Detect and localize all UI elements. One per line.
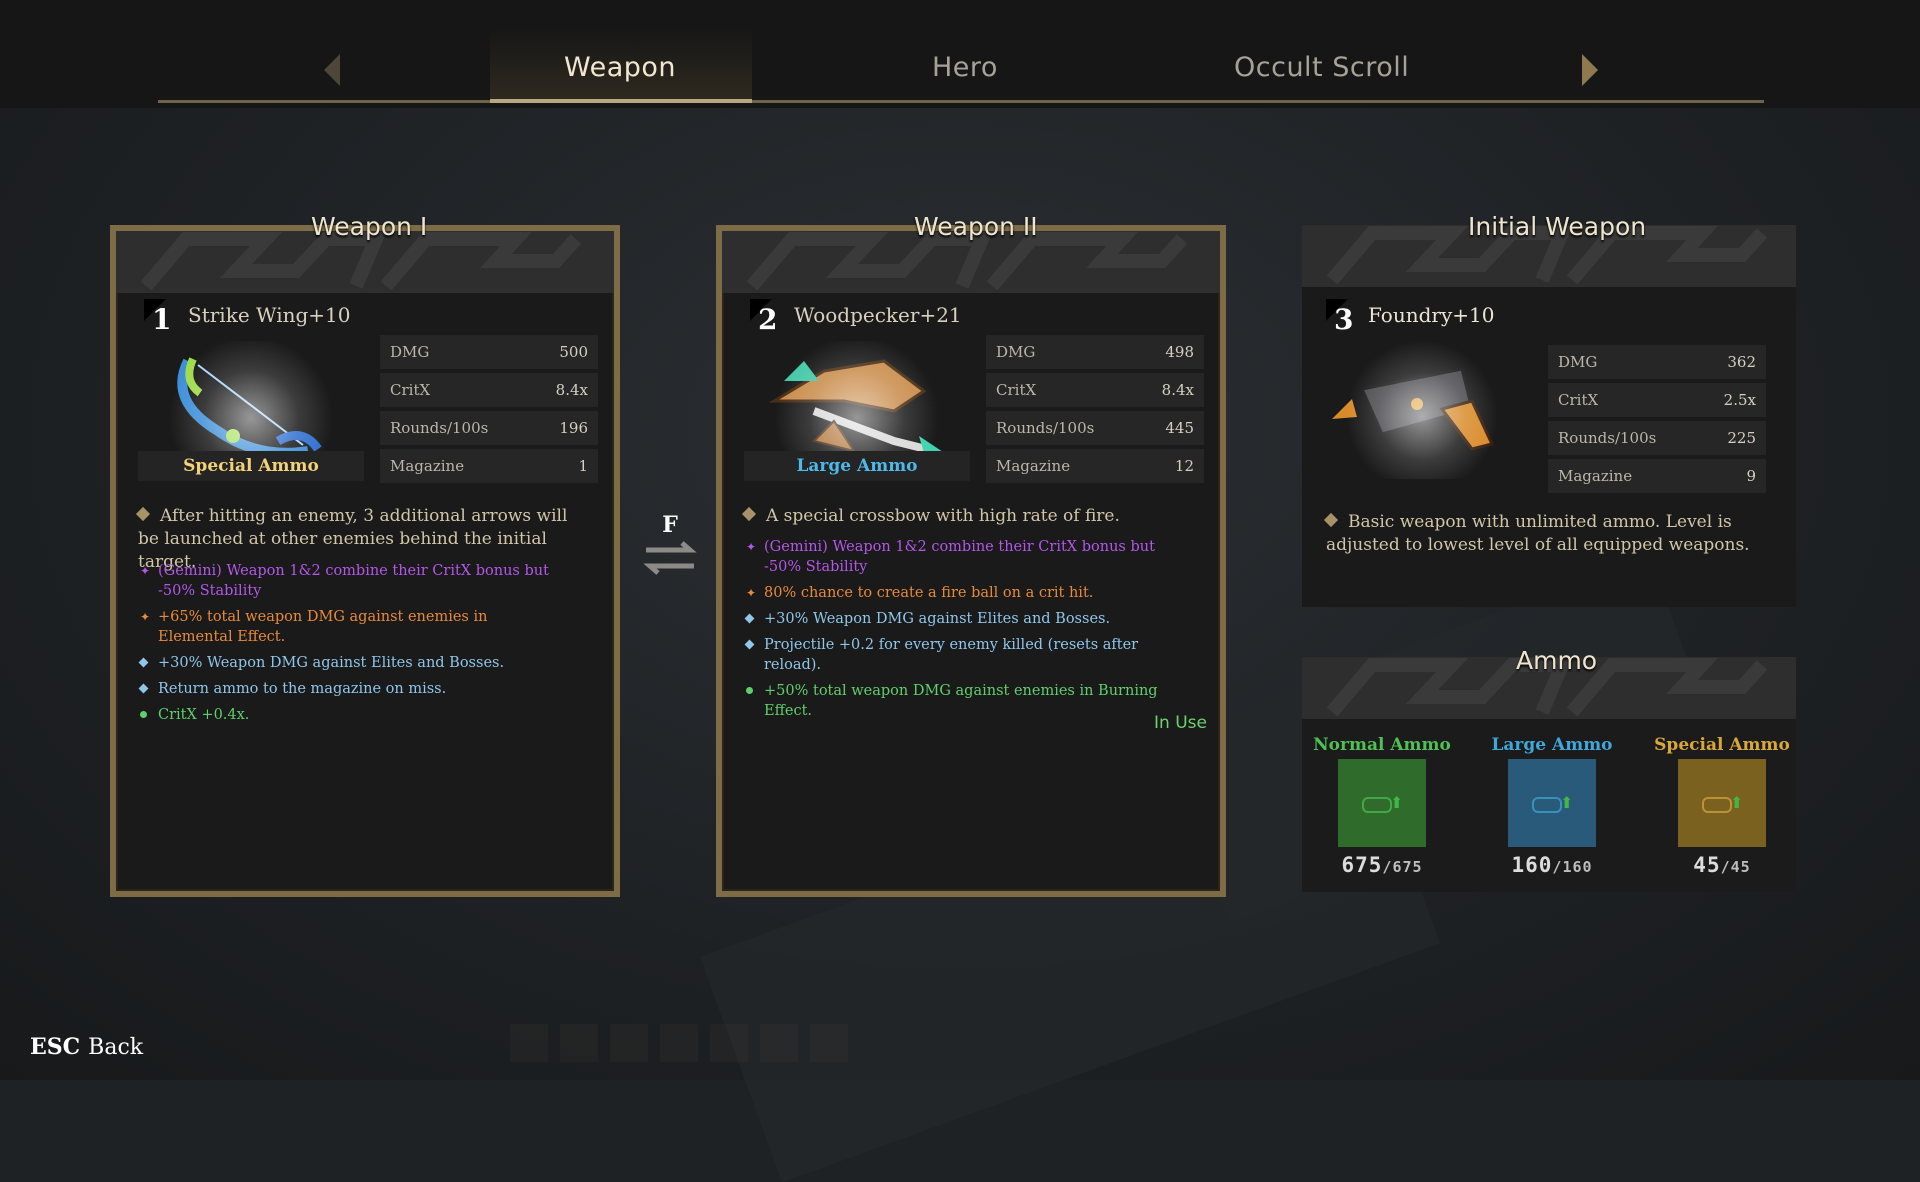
perk-item: Projectile +0.2 for every enemy killed (… [744, 635, 1166, 675]
tab-weapon[interactable]: Weapon [564, 52, 676, 83]
slot-number-badge: 3 [1326, 299, 1353, 336]
stat-row: Magazine 12 [986, 449, 1204, 483]
slot-number-badge: 1 [144, 299, 171, 336]
perk-item: ✦ (Gemini) Weapon 1&2 combine their CritX… [746, 539, 1155, 575]
stat-row: DMG 500 [380, 335, 598, 369]
stat-row: CritX 2.5x [1548, 383, 1766, 417]
ammo-name: Special Ammo [1654, 735, 1790, 755]
weapon-perks: ✦ (Gemini) Weapon 1&2 combine their CritX… [744, 537, 1166, 727]
perk-item: ✦ 80% chance to create a fire ball on a c… [746, 585, 1094, 601]
active-tab-underline [490, 99, 752, 103]
ammo-slot-normal[interactable]: Normal Ammo ⬆ 675/675 [1302, 735, 1462, 877]
stat-row: Rounds/100s 445 [986, 411, 1204, 445]
initial-weapon-title: Initial Weapon [1468, 212, 1647, 241]
esc-key-label: ESC [30, 1034, 81, 1060]
ammo-name: Large Ammo [1491, 735, 1613, 755]
ammo-type-label: Large Ammo [744, 451, 970, 481]
swap-arrows-icon [643, 541, 697, 575]
swap-weapons-button[interactable]: F [642, 512, 698, 582]
weapon-1-title: Weapon I [311, 212, 428, 241]
ammo-slot-large[interactable]: Large Ammo ⬆ 160/160 [1472, 735, 1632, 877]
diamond-bullet-icon [1323, 512, 1339, 528]
diamond-bullet-icon [741, 506, 757, 522]
weapon-perks: ✦ (Gemini) Weapon 1&2 combine their CritX… [138, 561, 560, 731]
weapon-2-card[interactable]: 2 Woodpecker+21 Large Ammo DMG 498 CritX 8… [716, 225, 1226, 897]
perk-item: CritX +0.4x. [140, 705, 560, 725]
perk-item: ✦ (Gemini) Weapon 1&2 combine their CritX… [140, 563, 549, 599]
tab-occult-scroll[interactable]: Occult Scroll [1234, 52, 1409, 83]
ammo-type-label: Special Ammo [138, 451, 364, 481]
tab-hero[interactable]: Hero [932, 52, 998, 83]
ammo-name: Normal Ammo [1313, 735, 1451, 755]
stat-row: CritX 8.4x [380, 373, 598, 407]
weapon-image [1322, 339, 1522, 479]
weapon-1-card[interactable]: 1 Strike Wing+10 Special Ammo DMG 500 Cri… [110, 225, 620, 897]
in-use-status: In Use [1154, 713, 1207, 733]
perk-item: +50% total weapon DMG against enemies in… [746, 681, 1166, 721]
perk-item: +30% Weapon DMG against Elites and Bosse… [138, 653, 560, 673]
weapon-name: Foundry+10 [1368, 303, 1495, 327]
stat-row: Rounds/100s 225 [1548, 421, 1766, 455]
special-ammo-icon: ⬆ [1678, 759, 1766, 847]
large-ammo-icon: ⬆ [1508, 759, 1596, 847]
initial-weapon-card[interactable]: 3 Foundry+10 DMG 362 CritX 2.5x Rounds/100… [1302, 225, 1796, 607]
slot-number-badge: 2 [750, 299, 777, 336]
ammo-title: Ammo [1516, 646, 1598, 675]
perk-item: Return ammo to the magazine on miss. [138, 679, 560, 699]
stat-row: Magazine 1 [380, 449, 598, 483]
weapon-stats: DMG 498 CritX 8.4x Rounds/100s 445 Magazine… [986, 335, 1204, 487]
weapon-stats: DMG 362 CritX 2.5x Rounds/100s 225 Magazine… [1548, 345, 1766, 497]
weapon-2-title: Weapon II [914, 212, 1038, 241]
tab-bar: Weapon Hero Occult Scroll [0, 0, 1920, 108]
normal-ammo-icon: ⬆ [1338, 759, 1426, 847]
back-label: Back [88, 1035, 144, 1060]
perk-item: +30% Weapon DMG against Elites and Bosse… [744, 609, 1166, 629]
tab-underline [158, 100, 1764, 103]
stat-row: DMG 498 [986, 335, 1204, 369]
swap-key-label: F [662, 512, 678, 538]
stat-row: Magazine 9 [1548, 459, 1766, 493]
weapon-stats: DMG 500 CritX 8.4x Rounds/100s 196 Magazine… [380, 335, 598, 487]
ammo-count: 45/45 [1693, 853, 1751, 877]
background-hotbar [510, 1024, 848, 1062]
weapon-description: Basic weapon with unlimited ammo. Level … [1323, 511, 1766, 557]
ammo-count: 160/160 [1511, 853, 1593, 877]
weapon-description: A special crossbow with high rate of fir… [741, 505, 1184, 528]
back-button[interactable]: ESC Back [30, 1034, 143, 1060]
ammo-count: 675/675 [1341, 853, 1423, 877]
weapon-name: Strike Wing+10 [188, 303, 351, 327]
weapon-image: Special Ammo [138, 341, 364, 481]
weapon-name: Woodpecker+21 [794, 303, 962, 327]
perk-item: ✦ +65% total weapon DMG against enemies i… [140, 609, 488, 645]
diamond-bullet-icon [135, 506, 151, 522]
ammo-slot-special[interactable]: Special Ammo ⬆ 45/45 [1642, 735, 1802, 877]
stat-row: CritX 8.4x [986, 373, 1204, 407]
stat-row: DMG 362 [1548, 345, 1766, 379]
next-tab-arrow-icon[interactable] [1582, 54, 1598, 86]
stat-row: Rounds/100s 196 [380, 411, 598, 445]
weapon-image: Large Ammo [744, 341, 970, 481]
prev-tab-arrow-icon[interactable] [324, 54, 340, 86]
